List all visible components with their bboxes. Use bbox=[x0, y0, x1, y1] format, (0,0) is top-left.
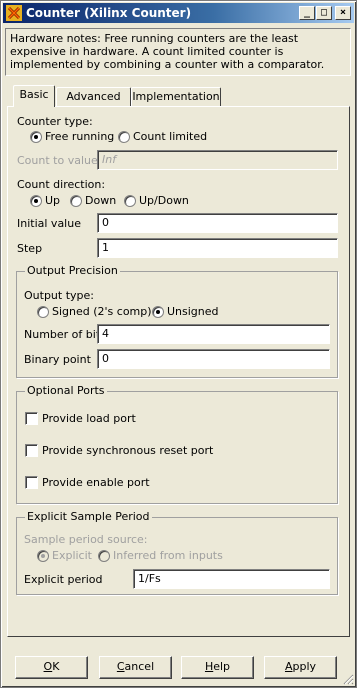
load-port-label[interactable]: Provide load port bbox=[42, 412, 136, 425]
explicit-label: Explicit bbox=[52, 549, 92, 562]
count-to-value-label: Count to value bbox=[17, 154, 98, 167]
checkbox-load-port[interactable] bbox=[25, 412, 38, 425]
maximize-button[interactable]: □ bbox=[316, 6, 332, 20]
initial-value-label: Initial value bbox=[17, 217, 81, 230]
count-to-value-field: Inf bbox=[97, 150, 338, 170]
inferred-label: Inferred from inputs bbox=[113, 549, 223, 562]
binary-point-field[interactable]: 0 bbox=[97, 349, 330, 369]
explicit-sample-period-title: Explicit Sample Period bbox=[25, 510, 152, 523]
counter-dialog: Counter (Xilinx Counter) _ □ × Hardware … bbox=[0, 0, 357, 688]
help-button[interactable]: Help bbox=[181, 656, 254, 679]
resize-grip-icon[interactable] bbox=[342, 673, 354, 685]
number-of-bits-label: Number of bits bbox=[24, 328, 106, 341]
radio-signed[interactable] bbox=[37, 306, 49, 318]
count-direction-label: Count direction: bbox=[17, 178, 106, 191]
output-type-label: Output type: bbox=[24, 289, 94, 302]
radio-inferred bbox=[98, 550, 110, 562]
tab-implementation[interactable]: Implementation bbox=[131, 87, 221, 106]
ok-button[interactable]: OK bbox=[15, 656, 88, 679]
explicit-period-label: Explicit period bbox=[24, 573, 103, 586]
number-of-bits-field[interactable]: 4 bbox=[97, 324, 330, 344]
minimize-icon: _ bbox=[303, 7, 311, 18]
output-precision-title: Output Precision bbox=[25, 264, 120, 277]
radio-up-down[interactable] bbox=[124, 195, 136, 207]
tab-advanced[interactable]: Advanced bbox=[56, 87, 131, 106]
title-bar[interactable]: Counter (Xilinx Counter) _ □ × bbox=[3, 3, 354, 23]
radio-down[interactable] bbox=[70, 195, 82, 207]
signed-label[interactable]: Signed (2's comp) bbox=[52, 305, 152, 318]
enable-port-label[interactable]: Provide enable port bbox=[42, 476, 150, 489]
count-limited-label[interactable]: Count limited bbox=[133, 130, 207, 143]
step-field[interactable]: 1 bbox=[97, 238, 338, 258]
checkbox-enable-port[interactable] bbox=[25, 476, 38, 489]
sync-reset-port-label[interactable]: Provide synchronous reset port bbox=[42, 444, 213, 457]
close-button[interactable]: × bbox=[335, 6, 351, 20]
window-title: Counter (Xilinx Counter) bbox=[26, 6, 192, 20]
optional-ports-title: Optional Ports bbox=[25, 384, 107, 397]
hardware-notes: Hardware notes: Free running counters ar… bbox=[5, 28, 351, 76]
radio-unsigned[interactable] bbox=[152, 306, 164, 318]
binary-point-label: Binary point bbox=[24, 353, 91, 366]
checkbox-sync-reset-port[interactable] bbox=[25, 444, 38, 457]
radio-free-running[interactable] bbox=[30, 131, 42, 143]
maximize-icon: □ bbox=[320, 7, 328, 18]
sample-period-source-label: Sample period source: bbox=[24, 533, 148, 546]
up-down-label[interactable]: Up/Down bbox=[139, 194, 189, 207]
counter-type-label: Counter type: bbox=[17, 115, 93, 128]
step-label: Step bbox=[17, 242, 43, 255]
radio-explicit bbox=[37, 550, 49, 562]
minimize-button[interactable]: _ bbox=[299, 6, 315, 20]
unsigned-label[interactable]: Unsigned bbox=[167, 305, 219, 318]
up-label[interactable]: Up bbox=[45, 194, 60, 207]
tab-basic[interactable]: Basic bbox=[13, 85, 55, 107]
initial-value-field[interactable]: 0 bbox=[97, 213, 338, 233]
xilinx-block-icon bbox=[6, 5, 22, 21]
down-label[interactable]: Down bbox=[85, 194, 116, 207]
close-icon: × bbox=[339, 7, 347, 18]
apply-button[interactable]: Apply bbox=[264, 656, 337, 679]
radio-up[interactable] bbox=[30, 195, 42, 207]
explicit-period-field[interactable]: 1/Fs bbox=[133, 569, 330, 589]
radio-count-limited[interactable] bbox=[118, 131, 130, 143]
free-running-label[interactable]: Free running bbox=[45, 130, 114, 143]
cancel-button[interactable]: Cancel bbox=[99, 656, 172, 679]
